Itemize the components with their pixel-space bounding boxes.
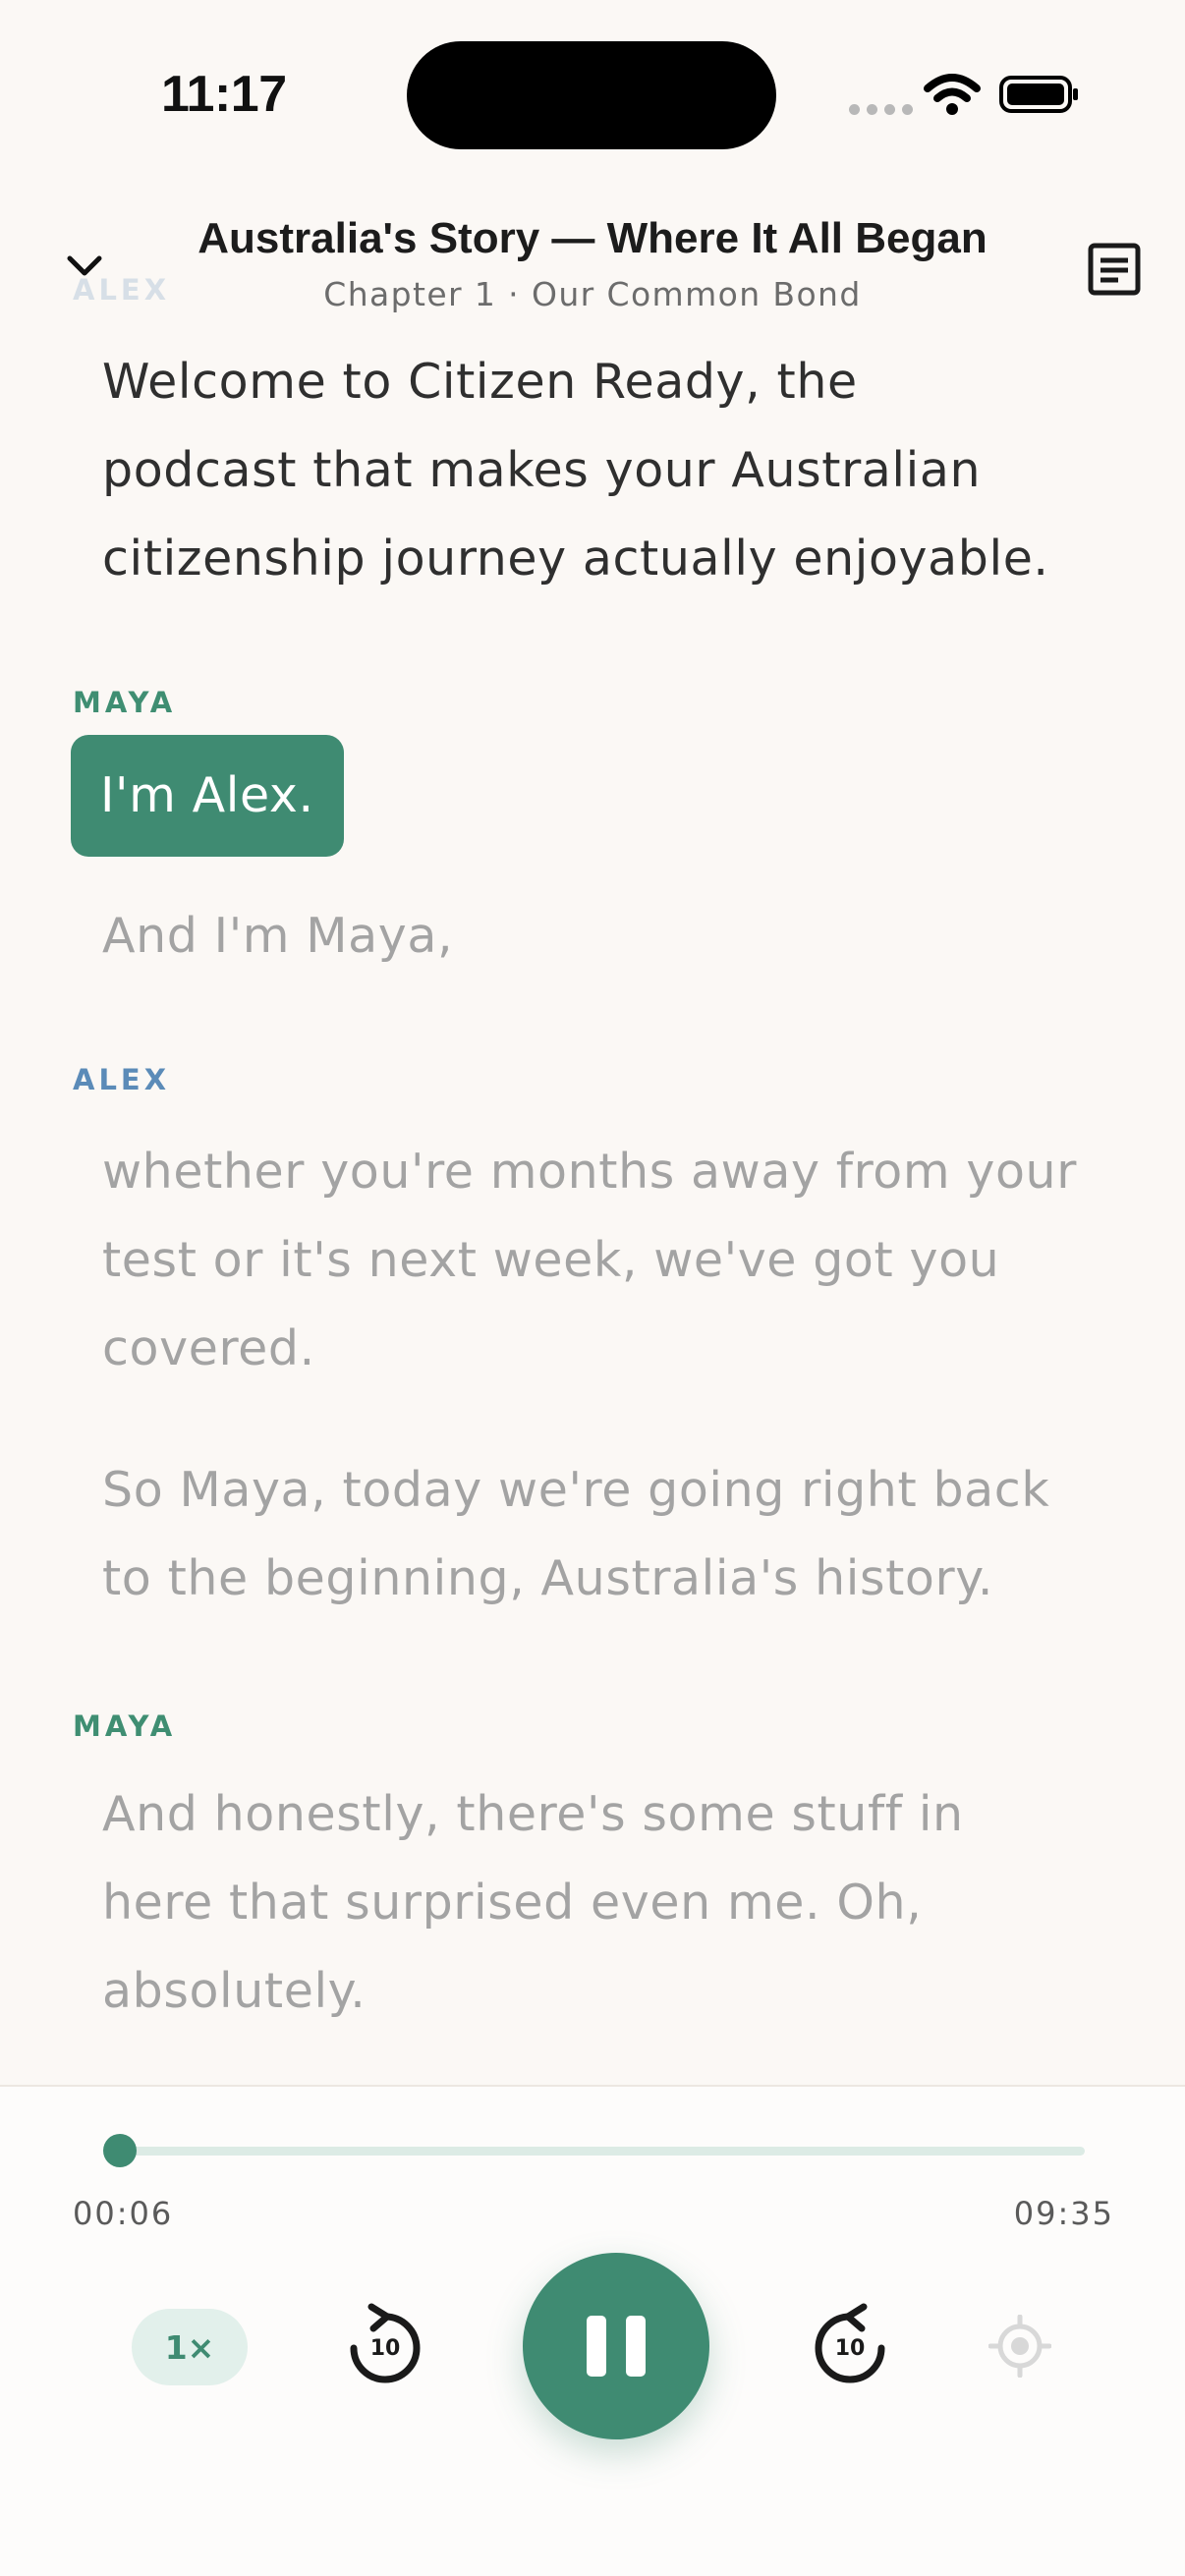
- skip-forward-button[interactable]: 10: [801, 2299, 899, 2397]
- locate-icon: [988, 2314, 1052, 2379]
- chapter-subtitle: Chapter 1 · Our Common Bond: [323, 275, 862, 313]
- speaker-label: ALEX: [73, 1063, 171, 1096]
- battery-icon: [999, 76, 1078, 113]
- transcript-line[interactable]: test or it's next week, we've got you: [102, 1216, 1104, 1305]
- transcript-line[interactable]: And I'm Maya,: [102, 892, 1104, 980]
- skip-back-button[interactable]: 10: [336, 2299, 434, 2397]
- speaker-label: MAYA: [73, 1709, 177, 1743]
- transcript-icon: [1088, 243, 1141, 296]
- transcript-line[interactable]: podcast that makes your Australian: [102, 426, 1104, 515]
- transcript-toggle-button[interactable]: [1085, 240, 1144, 299]
- transcript-line[interactable]: And honestly, there's some stuff in: [102, 1770, 1104, 1859]
- transcript-line[interactable]: citizenship journey actually enjoyable.: [102, 515, 1104, 603]
- total-duration: 09:35: [1013, 2195, 1114, 2232]
- transcript-line[interactable]: here that surprised even me. Oh,: [102, 1859, 1104, 1947]
- transcript-line[interactable]: Welcome to Citizen Ready, the: [102, 338, 1104, 426]
- playback-speed-button[interactable]: 1×: [132, 2309, 248, 2385]
- player-screen: 11:17 Australia's Story — Where It All B…: [0, 0, 1185, 2576]
- dynamic-island: [407, 41, 776, 149]
- speaker-label: MAYA: [73, 686, 177, 719]
- transcript-line[interactable]: to the beginning, Australia's history.: [102, 1535, 1104, 1623]
- transcript-line[interactable]: So Maya, today we're going right back: [102, 1446, 1104, 1535]
- speaker-label: ALEX: [73, 273, 171, 307]
- active-transcript-line[interactable]: I'm Alex.: [71, 735, 344, 857]
- episode-title: Australia's Story — Where It All Began: [198, 214, 988, 262]
- status-time: 11:17: [161, 66, 287, 123]
- pause-button[interactable]: [523, 2253, 709, 2439]
- transcript-line[interactable]: whether you're months away from your: [102, 1128, 1104, 1216]
- pause-icon: [626, 2316, 646, 2377]
- elapsed-time: 00:06: [73, 2195, 174, 2232]
- progress-track[interactable]: [110, 2147, 1085, 2156]
- transcript-line[interactable]: covered.: [102, 1305, 1104, 1393]
- wifi-icon: [924, 74, 981, 115]
- cellular-signal-icon: [849, 104, 913, 115]
- pause-icon: [587, 2316, 606, 2377]
- transcript-line[interactable]: absolutely.: [102, 1947, 1104, 2036]
- skip-forward-seconds: 10: [834, 2336, 866, 2361]
- skip-back-seconds: 10: [369, 2336, 401, 2361]
- follow-along-button[interactable]: [988, 2314, 1052, 2379]
